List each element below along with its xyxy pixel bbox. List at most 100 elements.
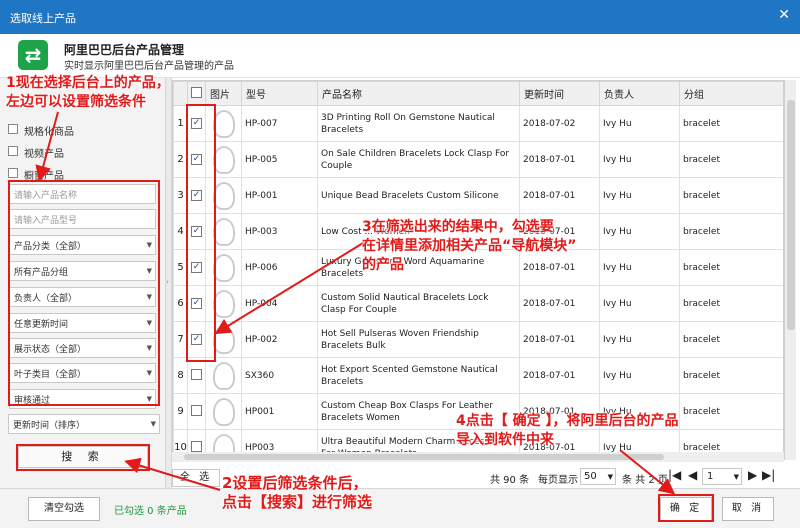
row-checkbox[interactable] (191, 368, 202, 380)
product-group: bracelet (679, 393, 783, 430)
column-header-name[interactable]: 产品名称 (317, 81, 520, 106)
column-header-group[interactable]: 分组 (679, 81, 783, 106)
product-name: Hot Export Scented Gemstone Nautical Bra… (317, 357, 520, 394)
page-value: 1 (707, 471, 714, 482)
video-product-checkbox[interactable] (8, 146, 18, 156)
product-group: bracelet (679, 357, 783, 394)
product-owner: Ivy Hu (599, 285, 680, 322)
selected-status: 已勾选 0 条产品 (114, 506, 187, 517)
table-row[interactable]: 8 SX360 Hot Export Scented Gemstone Nautic… (173, 357, 783, 394)
annotation-step4-line1: 4点击【 确定 】，将阿里后台的产品 (456, 413, 679, 429)
product-updated: 2018-07-02 (519, 105, 600, 142)
product-group: bracelet (679, 321, 783, 358)
product-model: HP-004 (241, 285, 318, 322)
vertical-scrollbar[interactable] (784, 80, 796, 460)
annotation-step3-line3: 的产品 (362, 257, 404, 273)
product-owner: Ivy Hu (599, 177, 680, 214)
column-header-select[interactable] (187, 81, 206, 106)
product-model: HP-003 (241, 213, 318, 250)
product-group: bracelet (679, 285, 783, 322)
product-group: bracelet (679, 105, 783, 142)
bracelet-image-icon (212, 397, 235, 426)
annotation-step3-line2: 在详情里添加相关产品“导航模块” (362, 238, 577, 254)
column-header-owner[interactable]: 负责人 (599, 81, 680, 106)
page-select[interactable]: 1 ▼ (702, 468, 742, 485)
dropdown-arrow-icon: ▼ (607, 473, 613, 481)
product-name: 3D Printing Roll On Gemstone Nautical Br… (317, 105, 520, 142)
product-group: bracelet (679, 213, 783, 250)
product-updated: 2018-07-01 (519, 141, 600, 178)
table-row[interactable]: 1 ✓ HP-007 3D Printing Roll On Gemstone Nau… (173, 105, 783, 142)
product-updated: 2018-07-01 (519, 177, 600, 214)
product-model: SX360 (241, 357, 318, 394)
sync-icon: ⇄ (18, 40, 48, 70)
product-updated: 2018-07-01 (519, 357, 600, 394)
column-header-index (173, 81, 188, 106)
filter-highlight-box (8, 180, 160, 406)
bracelet-image-icon (212, 361, 235, 390)
annotation-step3: 3在筛选出来的结果中，勾选要 在详情里添加相关产品“导航模块” 的产品 (362, 218, 576, 275)
ok-highlight-box (658, 494, 714, 522)
annotation-step4-line2: 导入到软件中来 (456, 432, 554, 448)
last-page-icon[interactable]: ▶| (762, 468, 775, 482)
spec-product-checkbox[interactable] (8, 124, 18, 134)
row-select-cell[interactable] (187, 393, 206, 430)
annotation-step4: 4点击【 确定 】，将阿里后台的产品 导入到软件中来 (456, 412, 679, 450)
search-highlight-box (16, 444, 150, 471)
clear-selection-button[interactable]: 清空勾选 (28, 497, 100, 521)
table-row[interactable]: 3 ✓ HP-001 Unique Bead Bracelets Custom Sil… (173, 177, 783, 214)
product-name: Hot Sell Pulseras Woven Friendship Brace… (317, 321, 520, 358)
product-group: bracelet (679, 249, 783, 286)
per-page-value: 50 (584, 471, 597, 482)
sort-select[interactable]: 更新时间（排序） ▼ (8, 414, 160, 434)
product-model: HP-006 (241, 249, 318, 286)
product-name: Custom Solid Nautical Bracelets Lock Cla… (317, 285, 520, 322)
first-page-icon[interactable]: |◀ (668, 468, 681, 482)
sort-select-value: 更新时间（排序） (13, 421, 86, 431)
total-count: 共 90 条 (490, 475, 530, 486)
window-titlebar: 选取线上产品 ✕ (0, 0, 800, 34)
product-group: bracelet (679, 177, 783, 214)
product-model: HP-001 (241, 177, 318, 214)
select-all-checkbox[interactable] (191, 86, 202, 98)
scrollbar-thumb[interactable] (184, 454, 664, 460)
header-title: 阿里巴巴后台产品管理 (64, 43, 185, 57)
annotation-step1-line2: 左边可以设置筛选条件 (6, 94, 146, 110)
column-header-updated[interactable]: 更新时间 (519, 81, 600, 106)
column-header-model[interactable]: 型号 (241, 81, 318, 106)
table-header-row: 图片 型号 产品名称 更新时间 负责人 分组 (173, 81, 783, 106)
product-updated: 2018-07-01 (519, 285, 600, 322)
row-checkbox[interactable] (191, 404, 202, 416)
row-checkbox[interactable] (191, 440, 202, 452)
product-thumbnail (205, 357, 242, 394)
product-model: HP-007 (241, 105, 318, 142)
dropdown-arrow-icon: ▼ (150, 420, 156, 428)
row-index: 8 (173, 357, 188, 394)
annotation-step1-line1: 1现在选择后台上的产品， (6, 75, 170, 91)
annotation-step1: 1现在选择后台上的产品， 左边可以设置筛选条件 (6, 74, 170, 112)
horizontal-scrollbar[interactable] (172, 452, 784, 462)
page-total: 条 共 2 页 (622, 475, 668, 486)
next-page-icon[interactable]: ▶ (748, 468, 757, 482)
table-row[interactable]: 7 ✓ HP-002 Hot Sell Pulseras Woven Friendsh… (173, 321, 783, 358)
video-product-label: 视频产品 (24, 149, 64, 160)
per-page-select[interactable]: 50 ▼ (580, 468, 616, 485)
close-icon[interactable]: ✕ (778, 7, 790, 23)
product-owner: Ivy Hu (599, 141, 680, 178)
showcase-product-checkbox[interactable] (8, 168, 18, 178)
prev-page-icon[interactable]: ◀ (688, 468, 697, 482)
product-name: Unique Bead Bracelets Custom Silicone (317, 177, 520, 214)
dialog-header: ⇄ 阿里巴巴后台产品管理 实时显示阿里巴巴后台产品管理的产品 (0, 34, 800, 78)
product-owner: Ivy Hu (599, 357, 680, 394)
row-select-cell[interactable] (187, 357, 206, 394)
table-row[interactable]: 6 ✓ HP-004 Custom Solid Nautical Bracelets … (173, 285, 783, 322)
annotation-step2: 2设置后筛选条件后， 点击【搜索】进行筛选 (222, 474, 372, 512)
annotation-step2-line1: 2设置后筛选条件后， (222, 474, 368, 492)
header-subtitle: 实时显示阿里巴巴后台产品管理的产品 (64, 61, 234, 72)
table-row[interactable]: 2 ✓ HP-005 On Sale Children Bracelets Lock … (173, 141, 783, 178)
scrollbar-thumb[interactable] (787, 100, 795, 330)
cancel-button[interactable]: 取 消 (722, 497, 774, 521)
select-all-button[interactable]: 全 选 (172, 469, 220, 487)
product-model: HP-005 (241, 141, 318, 178)
column-header-image[interactable]: 图片 (205, 81, 242, 106)
